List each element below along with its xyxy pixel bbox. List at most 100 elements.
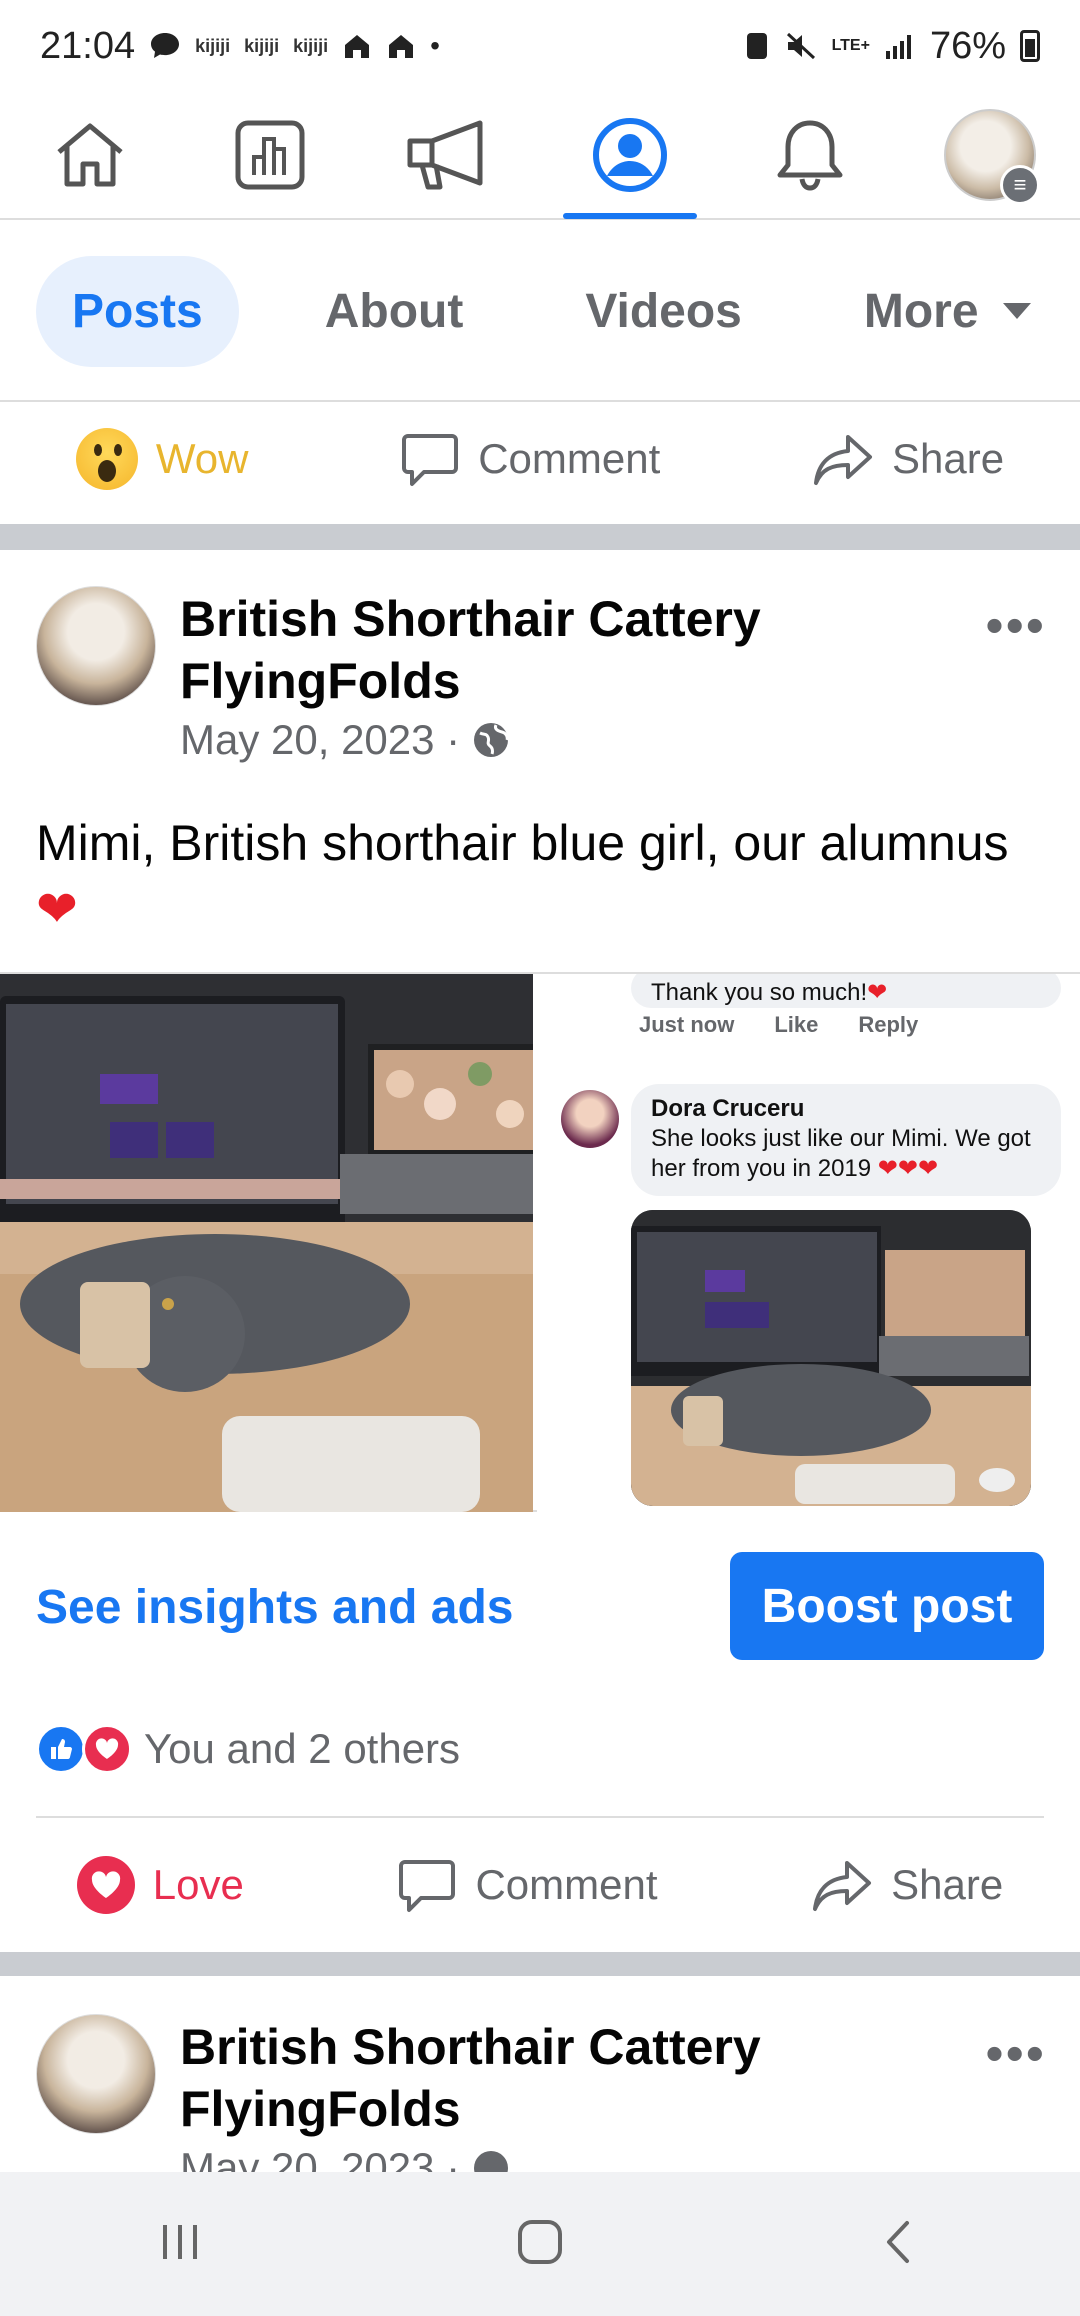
profile-icon [593, 118, 667, 192]
post-meta: May 20, 2023 · [180, 2144, 510, 2172]
post-options-button[interactable]: ••• [985, 596, 1046, 656]
wow-emoji-icon [75, 428, 138, 490]
comment-button[interactable]: Comment [397, 1856, 658, 1914]
post-text-content: Mimi, British shorthair blue girl, our a… [36, 815, 1009, 871]
profile-tabs: Posts About Videos More [0, 222, 1080, 402]
nav-profile[interactable] [555, 91, 705, 219]
network-type: LTE+ [831, 37, 870, 54]
share-button[interactable]: Share [811, 1857, 1003, 1913]
share-icon [814, 435, 873, 485]
battery-icon [1020, 30, 1040, 62]
next-post-header: British Shorthair Cattery FlyingFolds Ma… [0, 2014, 1080, 2172]
share-button[interactable]: Share [812, 431, 1004, 487]
reaction-label: Love [152, 1861, 244, 1908]
tab-more[interactable]: More [828, 256, 1067, 367]
recents-button[interactable] [155, 2217, 205, 2272]
post-author[interactable]: British Shorthair Cattery FlyingFolds [180, 588, 800, 712]
comment-body: She looks just like our Mimi. We got her… [651, 1124, 1041, 1184]
nav-insights[interactable] [195, 91, 345, 219]
love-reaction-button[interactable]: Love [76, 1856, 244, 1914]
post-date[interactable]: May 20, 2023 · [180, 2144, 460, 2172]
previous-comment-text: Thank you so much! [651, 979, 868, 1006]
reactions-summary[interactable]: You and 2 others [36, 1724, 460, 1774]
nav-home[interactable] [15, 91, 165, 219]
commenter-name: Dora Cruceru [651, 1095, 805, 1122]
divider [36, 1816, 1044, 1818]
battery-percent: 76% [929, 24, 1006, 67]
share-label: Share [892, 435, 1005, 482]
comment-button[interactable]: Comment [400, 430, 660, 488]
nav-ads[interactable] [375, 91, 525, 219]
tab-label: More [863, 284, 979, 338]
menu-icon: ≡ [1000, 165, 1040, 205]
nav-notifications[interactable] [735, 91, 885, 219]
post-author[interactable]: British Shorthair Cattery FlyingFolds [180, 2016, 800, 2140]
post-text: Mimi, British shorthair blue girl, our a… [36, 810, 1036, 942]
comment-screenshot-photo[interactable]: Thank you so much!❤ Just now Like Reply … [537, 974, 1080, 1512]
tab-posts[interactable]: Posts [36, 255, 239, 367]
comment-text: She looks just like our Mimi. We got her… [651, 1125, 1031, 1182]
feed-divider [0, 524, 1080, 550]
page-avatar[interactable] [36, 586, 156, 706]
previous-comment-meta: Just now Like Reply [639, 1012, 918, 1038]
comment-reply: Reply [858, 1012, 919, 1037]
system-navigation-bar [0, 2172, 1080, 2316]
tab-label: Videos [585, 284, 742, 338]
reactions-count-text: You and 2 others [144, 1725, 461, 1772]
like-reaction-icon [36, 1724, 86, 1774]
see-insights-link[interactable]: See insights and ads [36, 1580, 513, 1635]
back-button[interactable] [875, 2217, 925, 2272]
cat-on-desk-illustration [0, 974, 533, 1512]
status-bar: 21:04 kijiji kijiji kijiji • LTE+ 76% [0, 0, 1080, 92]
comment-photo-thumbnail [631, 1210, 1031, 1506]
post-options-button[interactable]: ••• [985, 2024, 1046, 2084]
nfc-icon [746, 33, 767, 59]
avatar: ≡ [944, 109, 1040, 205]
share-label: Share [891, 1861, 1004, 1908]
red-heart-icon: ❤ [36, 881, 78, 937]
comment-bubble: Dora Cruceru She looks just like our Mim… [631, 1084, 1061, 1196]
hearts-icon: ❤❤❤ [877, 1155, 939, 1182]
post-photos: Thank you so much!❤ Just now Like Reply … [0, 972, 1080, 1512]
comment-icon [399, 1860, 456, 1912]
comment-like: Like [774, 1012, 819, 1037]
globe-icon [474, 2151, 509, 2172]
status-time: 21:04 [40, 24, 136, 67]
love-icon [76, 1856, 135, 1914]
feed-divider [0, 1952, 1080, 1976]
post-date[interactable]: May 20, 2023 · [180, 716, 460, 764]
house-notification-icon [389, 35, 414, 58]
kijiji-icon: kijiji [293, 35, 329, 56]
kijiji-icon: kijiji [195, 35, 231, 56]
previous-comment-bubble: Thank you so much!❤ [631, 974, 1061, 1008]
tab-label: Posts [72, 284, 203, 338]
nav-menu[interactable]: ≡ [915, 91, 1065, 219]
commenter-avatar [561, 1090, 619, 1148]
boost-post-button[interactable]: Boost post [730, 1552, 1044, 1660]
post-header: British Shorthair Cattery FlyingFolds Ma… [0, 586, 1080, 786]
heart-icon: ❤ [867, 979, 888, 1006]
share-icon [813, 1861, 872, 1911]
tab-about[interactable]: About [289, 256, 500, 367]
reaction-label: Wow [155, 435, 249, 482]
back-icon [887, 2220, 909, 2263]
wow-reaction-button[interactable]: Wow [75, 428, 249, 490]
caret-down-icon [1002, 303, 1031, 319]
recents-icon [163, 2224, 197, 2259]
comment-label: Comment [475, 1861, 658, 1908]
comment-time: Just now [639, 1012, 735, 1037]
post-meta: May 20, 2023 · [180, 716, 510, 764]
signal-icon [885, 35, 911, 59]
page-avatar[interactable] [36, 2014, 156, 2134]
megaphone-icon [407, 120, 483, 190]
tab-videos[interactable]: Videos [549, 256, 778, 367]
insights-icon [235, 120, 305, 190]
home-button[interactable] [515, 2217, 565, 2272]
love-reaction-icon [82, 1724, 132, 1774]
tab-label: About [324, 284, 464, 338]
top-navigation: ≡ [0, 92, 1080, 220]
bell-icon [777, 120, 843, 191]
post-actions: Love Comment Share [0, 1826, 1080, 1944]
cat-photo[interactable] [0, 974, 533, 1512]
home-icon [57, 123, 123, 187]
